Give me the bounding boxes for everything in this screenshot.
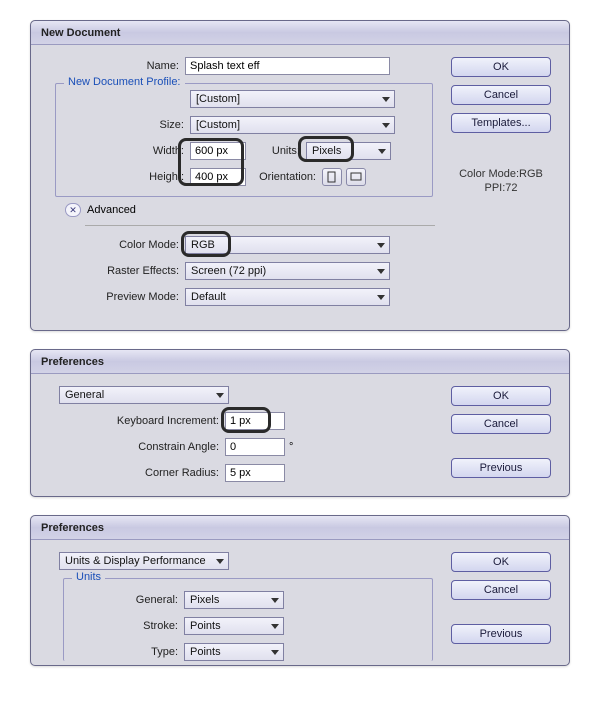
chevron-down-icon	[271, 650, 279, 655]
constrain-angle-label: Constrain Angle:	[45, 441, 225, 453]
type-units-select[interactable]: Points	[184, 643, 284, 661]
ok-button[interactable]: OK	[451, 386, 551, 406]
previous-button[interactable]: Previous	[451, 458, 551, 478]
units-value: Pixels	[312, 145, 341, 157]
dialog-title: New Document	[31, 21, 569, 45]
kbd-increment-input[interactable]	[225, 412, 285, 430]
orientation-label: Orientation:	[246, 171, 322, 183]
advanced-label: Advanced	[87, 204, 136, 216]
raster-select[interactable]: Screen (72 ppi)	[185, 262, 390, 280]
type-units-label: Type:	[74, 646, 184, 658]
size-select[interactable]: [Custom]	[190, 116, 395, 134]
name-label: Name:	[45, 60, 185, 72]
chevron-down-icon	[216, 393, 224, 398]
templates-button[interactable]: Templates...	[451, 113, 551, 133]
raster-label: Raster Effects:	[45, 265, 185, 277]
profile-select[interactable]: [Custom]	[190, 90, 395, 108]
chevron-down-icon	[271, 598, 279, 603]
prefs-category-value: General	[65, 389, 104, 401]
color-mode-select[interactable]: RGB	[185, 236, 390, 254]
height-label: Height:	[66, 171, 190, 183]
units-group-label: Units	[72, 571, 105, 583]
stroke-units-value: Points	[190, 620, 221, 632]
height-input[interactable]	[190, 168, 246, 186]
preview-label: Preview Mode:	[45, 291, 185, 303]
info-ppi: PPI:72	[451, 181, 551, 195]
ok-button[interactable]: OK	[451, 57, 551, 77]
cancel-button[interactable]: Cancel	[451, 85, 551, 105]
angle-unit: °	[285, 441, 293, 453]
constrain-angle-input[interactable]	[225, 438, 285, 456]
orientation-landscape-icon[interactable]	[346, 168, 366, 186]
name-input[interactable]	[185, 57, 390, 75]
previous-button[interactable]: Previous	[451, 624, 551, 644]
size-label: Size:	[66, 119, 190, 131]
stroke-units-label: Stroke:	[74, 620, 184, 632]
dialog-title: Preferences	[31, 516, 569, 540]
units-label: Units:	[246, 145, 306, 157]
prefs-category-value: Units & Display Performance	[65, 555, 206, 567]
preferences-units-dialog: Preferences Units & Display Performance …	[30, 515, 570, 666]
corner-radius-input[interactable]	[225, 464, 285, 482]
cancel-button[interactable]: Cancel	[451, 414, 551, 434]
info-color-mode: Color Mode:RGB	[451, 167, 551, 181]
prefs-category-select[interactable]: Units & Display Performance	[59, 552, 229, 570]
advanced-toggle[interactable]: ✕	[65, 203, 81, 217]
dialog-title: Preferences	[31, 350, 569, 374]
orientation-portrait-icon[interactable]	[322, 168, 342, 186]
profile-label: New Document Profile:	[64, 76, 185, 88]
cancel-button[interactable]: Cancel	[451, 580, 551, 600]
preview-value: Default	[191, 291, 226, 303]
profile-value: [Custom]	[196, 93, 240, 105]
type-units-value: Points	[190, 646, 221, 658]
general-units-select[interactable]: Pixels	[184, 591, 284, 609]
general-units-label: General:	[74, 594, 184, 606]
separator	[85, 225, 435, 226]
preferences-general-dialog: Preferences General Keyboard Increment: …	[30, 349, 570, 497]
color-mode-label: Color Mode:	[45, 239, 185, 251]
width-input[interactable]	[190, 142, 246, 160]
ok-button[interactable]: OK	[451, 552, 551, 572]
raster-value: Screen (72 ppi)	[191, 265, 266, 277]
kbd-increment-label: Keyboard Increment:	[45, 415, 225, 427]
corner-radius-label: Corner Radius:	[45, 467, 225, 479]
chevron-down-icon	[378, 149, 386, 154]
new-document-dialog: New Document Name: New Document Profile:…	[30, 20, 570, 331]
chevron-down-icon	[377, 295, 385, 300]
chevron-down-icon	[382, 97, 390, 102]
color-mode-value: RGB	[191, 239, 215, 251]
width-label: Width:	[66, 145, 190, 157]
stroke-units-select[interactable]: Points	[184, 617, 284, 635]
preview-mode-select[interactable]: Default	[185, 288, 390, 306]
size-value: [Custom]	[196, 119, 240, 131]
general-units-value: Pixels	[190, 594, 219, 606]
chevron-down-icon	[377, 243, 385, 248]
chevron-down-icon	[271, 624, 279, 629]
prefs-category-select[interactable]: General	[59, 386, 229, 404]
chevron-down-icon	[377, 269, 385, 274]
units-select[interactable]: Pixels	[306, 142, 391, 160]
chevron-down-icon	[216, 559, 224, 564]
chevron-down-icon	[382, 123, 390, 128]
info-text: Color Mode:RGB PPI:72	[451, 167, 551, 196]
